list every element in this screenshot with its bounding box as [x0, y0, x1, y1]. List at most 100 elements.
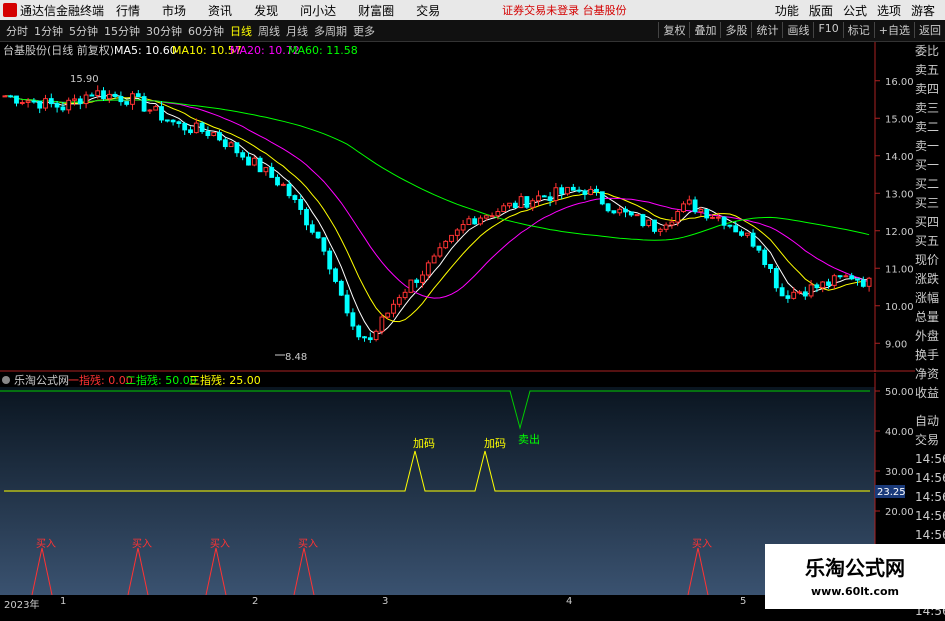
- side-item[interactable]: 买二: [915, 175, 945, 194]
- menu-guest[interactable]: 游客: [911, 2, 935, 19]
- x-tick-may: 5: [740, 596, 747, 607]
- candle-body: [25, 100, 31, 103]
- side-item[interactable]: 卖三: [915, 99, 945, 118]
- candle-body: [431, 255, 437, 264]
- candle-body: [686, 199, 692, 205]
- candle-body: [205, 130, 211, 137]
- candle-body: [54, 103, 60, 108]
- period-multi[interactable]: 多周期: [314, 23, 347, 39]
- candle-body: [240, 152, 246, 158]
- signal-sell: 卖出: [518, 432, 540, 446]
- candle-body: [141, 96, 147, 112]
- candle-body: [704, 209, 710, 219]
- candle-body: [315, 231, 321, 239]
- button-draw[interactable]: 画线: [782, 22, 813, 38]
- candle-body: [8, 95, 14, 98]
- candle-body: [367, 337, 373, 341]
- candle-body: [379, 316, 385, 332]
- period-1min[interactable]: 1分钟: [34, 23, 63, 39]
- side-item[interactable]: 买一: [915, 156, 945, 175]
- signal-buy-2: 买入: [132, 538, 152, 550]
- high-price-label: 15.90: [70, 74, 99, 85]
- side-item[interactable]: 总量: [915, 308, 945, 327]
- side-item[interactable]: 卖二: [915, 118, 945, 137]
- candle-body: [321, 237, 327, 252]
- candle-body: [553, 187, 559, 202]
- period-bar: 分时 1分钟 5分钟 15分钟 30分钟 60分钟 日线 周线 月线 多周期 更…: [0, 20, 945, 42]
- period-30min[interactable]: 30分钟: [146, 23, 182, 39]
- candle-body: [594, 188, 599, 193]
- menu-item-ask[interactable]: 问小达: [300, 2, 336, 19]
- period-weekly[interactable]: 周线: [258, 23, 280, 39]
- candle-body: [588, 188, 594, 195]
- period-more[interactable]: 更多: [353, 23, 375, 39]
- candle-body: [582, 190, 588, 195]
- button-f10[interactable]: F10: [813, 22, 842, 38]
- watermark: 乐淘公式网 www.60lt.com: [765, 544, 945, 609]
- button-mark[interactable]: 标记: [842, 22, 874, 38]
- side-item[interactable]: 换手: [915, 346, 945, 365]
- candle-body: [193, 122, 199, 134]
- candle-body: [188, 129, 193, 134]
- side-item-lower: 14:56: [915, 509, 945, 523]
- x-tick-feb: 2: [252, 596, 259, 607]
- menu-formula[interactable]: 公式: [843, 2, 867, 19]
- side-item[interactable]: 卖一: [915, 137, 945, 156]
- candle-body: [559, 187, 565, 195]
- menu-function[interactable]: 功能: [775, 2, 799, 19]
- candle-body: [350, 312, 356, 327]
- candle-body: [19, 101, 25, 104]
- menu-item-wealth[interactable]: 财富圈: [358, 2, 394, 19]
- side-item[interactable]: 卖五: [915, 61, 945, 80]
- candle-body: [756, 245, 762, 251]
- side-item[interactable]: 现价: [915, 251, 945, 270]
- candle-body: [478, 217, 483, 225]
- chart-title: 台基股份(日线 前复权): [3, 43, 114, 57]
- button-add-watchlist[interactable]: +自选: [873, 22, 914, 38]
- period-intraday[interactable]: 分时: [6, 23, 28, 39]
- candlestick-chart[interactable]: 台基股份(日线 前复权) MA5: 10.60 MA10: 10.57 MA20…: [0, 42, 915, 372]
- menu-item-news[interactable]: 资讯: [208, 2, 232, 19]
- menu-item-exchange[interactable]: 市场: [162, 2, 186, 19]
- button-overlay[interactable]: 叠加: [689, 22, 720, 38]
- side-item[interactable]: 涨幅: [915, 289, 945, 308]
- candle-body: [820, 281, 826, 289]
- period-5min[interactable]: 5分钟: [69, 23, 98, 39]
- candle-body: [385, 312, 391, 318]
- button-back[interactable]: 返回: [914, 22, 945, 38]
- side-item[interactable]: 买三: [915, 194, 945, 213]
- candle-body: [176, 121, 182, 124]
- candle-body: [170, 119, 176, 123]
- menu-options[interactable]: 选项: [877, 2, 901, 19]
- side-item[interactable]: 卖四: [915, 80, 945, 99]
- side-item[interactable]: 买五: [915, 232, 945, 251]
- candle-body: [640, 214, 646, 227]
- side-item-lower: 自动: [915, 414, 940, 428]
- menu-item-trade[interactable]: 交易: [416, 2, 440, 19]
- button-stats[interactable]: 统计: [751, 22, 782, 38]
- menu-layout[interactable]: 版面: [809, 2, 833, 19]
- collapse-icon[interactable]: [2, 376, 10, 384]
- candle-body: [663, 224, 669, 230]
- candle-body: [182, 122, 188, 131]
- candle-body: [48, 98, 54, 105]
- side-item-lower: 14:56: [915, 528, 945, 542]
- button-multi-stock[interactable]: 多股: [720, 22, 751, 38]
- side-item[interactable]: 收益: [915, 384, 945, 403]
- candle-body: [739, 231, 744, 236]
- side-item[interactable]: 买四: [915, 213, 945, 232]
- side-item[interactable]: 净资: [915, 365, 945, 384]
- period-15min[interactable]: 15分钟: [104, 23, 140, 39]
- period-60min[interactable]: 60分钟: [188, 23, 224, 39]
- button-adjust[interactable]: 复权: [658, 22, 689, 38]
- indicator-label-2: 二指残: 50.00: [125, 373, 197, 387]
- side-item[interactable]: 外盘: [915, 327, 945, 346]
- candle-body: [466, 218, 472, 226]
- side-item[interactable]: 委比: [915, 42, 945, 61]
- menu-item-market[interactable]: 行情: [116, 2, 140, 19]
- period-daily[interactable]: 日线: [230, 23, 252, 39]
- candle-body: [710, 216, 715, 219]
- side-item[interactable]: 涨跌: [915, 270, 945, 289]
- period-monthly[interactable]: 月线: [286, 23, 308, 39]
- menu-item-discover[interactable]: 发现: [254, 2, 278, 19]
